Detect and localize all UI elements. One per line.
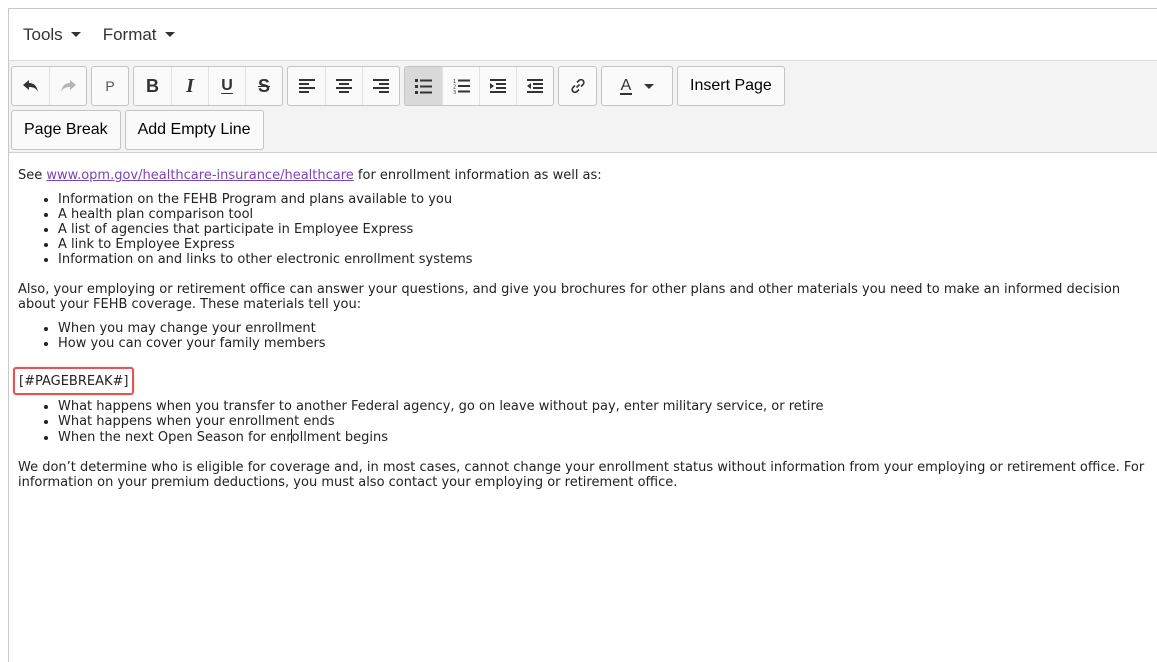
strikethrough-button[interactable]: S (245, 67, 282, 105)
text-style-group: B I U S (133, 66, 283, 106)
block-group: P (91, 66, 129, 106)
page-break-marker: [#PAGEBREAK#] (13, 367, 135, 395)
font-color-group: A (601, 66, 673, 106)
indent-button[interactable] (479, 67, 516, 105)
insert-page-button[interactable]: Insert Page (677, 66, 785, 106)
list-item-text-after-cursor: ollment begins (291, 430, 389, 445)
align-right-button[interactable] (362, 67, 399, 105)
font-color-button[interactable]: A (602, 67, 672, 105)
list-item: How you can cover your family members (58, 336, 1157, 351)
list-group: 123 (404, 66, 554, 106)
redo-icon (61, 80, 76, 92)
format-menu-label: Format (102, 24, 157, 44)
underline-button[interactable]: U (208, 67, 245, 105)
link-button[interactable] (559, 67, 596, 105)
list-item: When you may change your enrollment (58, 321, 1157, 336)
employing-office-paragraph: Also, your employing or retirement offic… (18, 282, 1121, 312)
link-group (558, 66, 597, 106)
italic-button[interactable]: I (171, 67, 208, 105)
outdent-button[interactable] (516, 67, 553, 105)
chevron-down-icon (70, 32, 81, 37)
menu-bar: Tools Format (9, 9, 1157, 60)
undo-icon (22, 80, 38, 92)
tools-menu-label: Tools (23, 24, 63, 44)
format-menu[interactable]: Format (103, 25, 175, 45)
align-left-icon (298, 79, 315, 93)
bullet-list-icon (415, 78, 432, 94)
materials-list: When you may change your enrollment How … (18, 321, 1157, 351)
list-item-text-before-cursor: When the next Open Season for enr (58, 430, 292, 445)
toolbar-row-1: P B I U S 1 2 3 A Insert Page (11, 65, 1153, 107)
bold-button[interactable]: B (134, 67, 171, 105)
list-item: A link to Employee Express (58, 237, 1157, 252)
add-empty-line-button[interactable]: Add Empty Line (124, 110, 264, 150)
editor-content[interactable]: See www.opm.gov/healthcare-insurance/hea… (9, 153, 1157, 490)
toolbar-row-2: Page Break Add Empty Line (11, 109, 1153, 151)
bullet-list-button[interactable] (405, 67, 442, 105)
redo-button[interactable] (49, 67, 86, 105)
intro-suffix: for enrollment information as well as: (353, 168, 602, 183)
list-item: When the next Open Season for enrollment… (58, 429, 1157, 445)
history-group (11, 66, 87, 106)
eligibility-paragraph: We don’t determine who is eligible for c… (18, 460, 1145, 490)
undo-button[interactable] (12, 67, 49, 105)
list-item: What happens when your enrollment ends (58, 414, 1157, 429)
intro-paragraph: See www.opm.gov/healthcare-insurance/hea… (18, 168, 1157, 183)
link-icon (570, 78, 585, 94)
rich-text-editor: Tools Format P B I U S 1 2 3 A Insert Pa… (8, 8, 1157, 662)
paragraph-label: P (105, 78, 115, 94)
strikethrough-label: S (257, 75, 270, 96)
chevron-down-icon (164, 32, 175, 37)
enrollment-info-list: Information on the FEHB Program and plan… (18, 192, 1157, 267)
align-center-button[interactable] (325, 67, 362, 105)
list-item: A health plan comparison tool (58, 207, 1157, 222)
tools-menu[interactable]: Tools (23, 25, 81, 45)
list-item: Information on and links to other electr… (58, 252, 1157, 267)
italic-label: I (186, 74, 194, 97)
page-break-button[interactable]: Page Break (11, 110, 121, 150)
list-item: A list of agencies that participate in E… (58, 222, 1157, 237)
alignment-group (287, 66, 400, 106)
intro-prefix: See (18, 168, 47, 183)
paragraph-button[interactable]: P (92, 67, 128, 105)
align-right-icon (373, 79, 389, 93)
bold-label: B (146, 75, 159, 96)
chevron-down-icon (644, 83, 655, 89)
list-item: What happens when you transfer to anothe… (58, 399, 1157, 414)
list-item: Information on the FEHB Program and plan… (58, 192, 1157, 207)
indent-icon (490, 79, 506, 93)
underline-label: U (221, 77, 233, 94)
continued-materials-list: What happens when you transfer to anothe… (18, 399, 1157, 445)
numbered-list-button[interactable]: 123 (442, 67, 479, 105)
toolbar: P B I U S 1 2 3 A Insert Page Page Break… (9, 60, 1157, 153)
numbered-list-icon: 123 (453, 79, 470, 94)
svg-text:3: 3 (453, 90, 456, 94)
align-center-icon (336, 79, 352, 93)
align-left-button[interactable] (288, 67, 325, 105)
outdent-icon (527, 79, 543, 93)
opm-link[interactable]: www.opm.gov/healthcare-insurance/healthc… (46, 168, 353, 183)
font-color-label: A (619, 76, 633, 95)
